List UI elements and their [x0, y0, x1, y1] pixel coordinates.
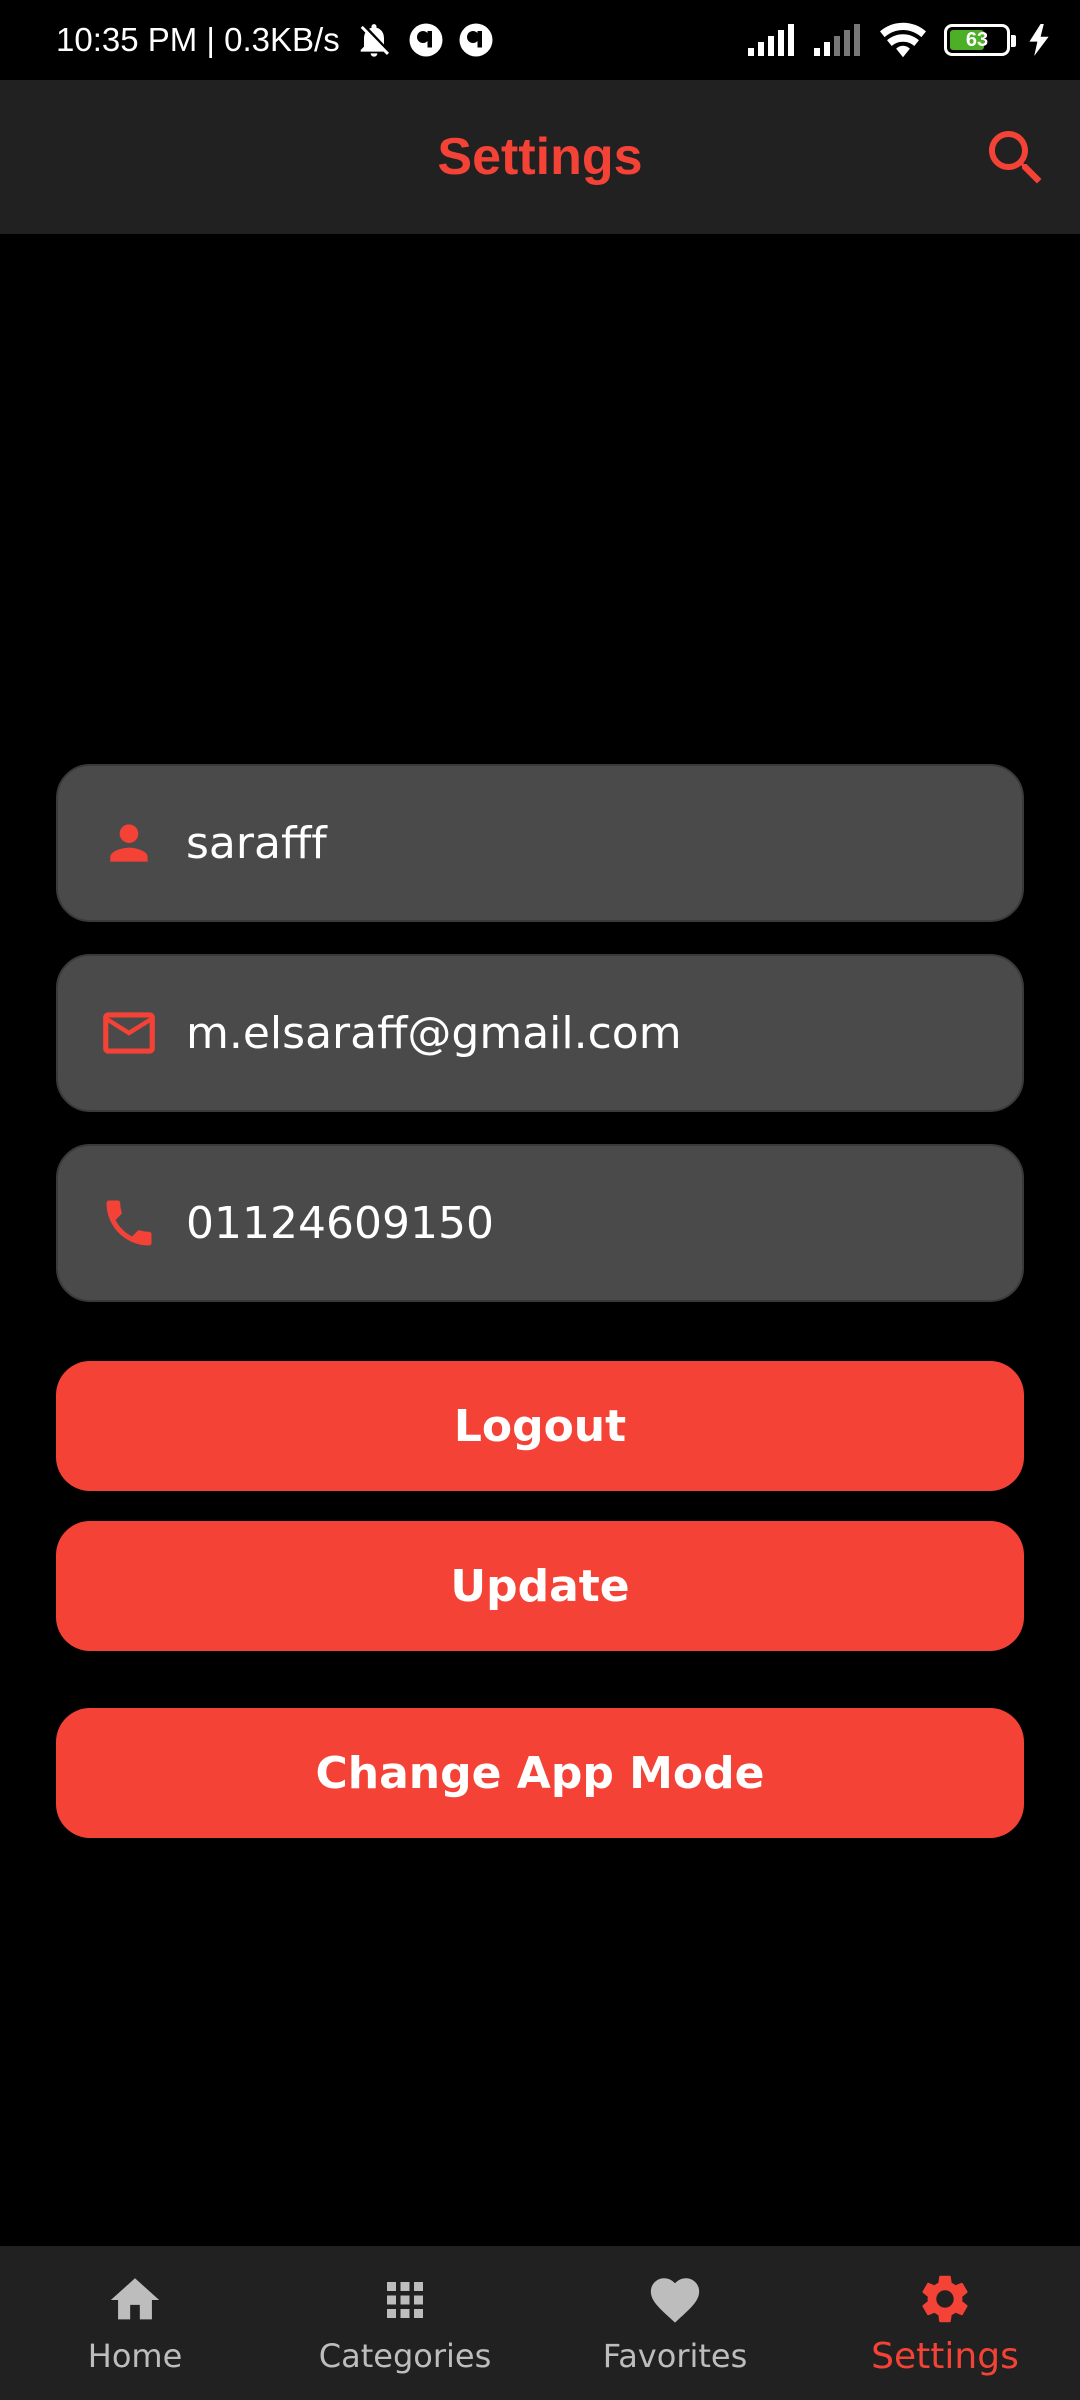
wifi-icon [880, 22, 926, 58]
gear-icon [916, 2270, 974, 2328]
status-right: 63 [748, 22, 1050, 58]
bell-off-icon [354, 20, 394, 60]
home-icon [106, 2271, 164, 2329]
status-bar: 10:35 PM | 0.3KB/s 63 [0, 0, 1080, 80]
update-button[interactable]: Update [56, 1521, 1024, 1651]
battery-indicator: 63 [944, 24, 1016, 56]
nav-item-categories[interactable]: Categories [270, 2246, 540, 2400]
app-notification-icon [408, 22, 444, 58]
nav-item-favorites[interactable]: Favorites [540, 2246, 810, 2400]
status-left: 10:35 PM | 0.3KB/s [56, 20, 494, 60]
mail-icon [94, 998, 164, 1068]
name-input[interactable] [186, 766, 1022, 920]
battery-cap [1011, 35, 1016, 47]
logout-button[interactable]: Logout [56, 1361, 1024, 1491]
heart-icon [646, 2271, 704, 2329]
phone-icon [94, 1188, 164, 1258]
search-button[interactable] [978, 120, 1054, 196]
nav-label-categories: Categories [318, 2337, 492, 2375]
grid-icon [376, 2271, 434, 2329]
bottom-navigation: Home Categories Favorites Settings [0, 2246, 1080, 2400]
person-icon [94, 808, 164, 878]
app-notification-icon [458, 22, 494, 58]
phone-field[interactable] [56, 1144, 1024, 1302]
email-input[interactable] [186, 956, 1022, 1110]
search-icon [989, 131, 1042, 184]
email-field[interactable] [56, 954, 1024, 1112]
status-time-speed: 10:35 PM | 0.3KB/s [56, 21, 340, 58]
name-field[interactable] [56, 764, 1024, 922]
nav-label-settings: Settings [871, 2335, 1019, 2377]
change-app-mode-button[interactable]: Change App Mode [56, 1708, 1024, 1838]
signal-icon [748, 24, 796, 56]
charging-bolt-icon [1028, 24, 1050, 56]
battery-level: 63 [965, 28, 989, 51]
phone-input[interactable] [186, 1146, 1022, 1300]
page-title: Settings [437, 128, 643, 186]
nav-label-home: Home [87, 2337, 183, 2375]
nav-label-favorites: Favorites [602, 2337, 748, 2375]
app-bar: Settings [0, 80, 1080, 234]
settings-screen: 10:35 PM | 0.3KB/s 63 Settings sarafff m… [0, 0, 1080, 2400]
nav-item-home[interactable]: Home [0, 2246, 270, 2400]
signal-icon [814, 24, 862, 56]
nav-item-settings[interactable]: Settings [810, 2246, 1080, 2400]
